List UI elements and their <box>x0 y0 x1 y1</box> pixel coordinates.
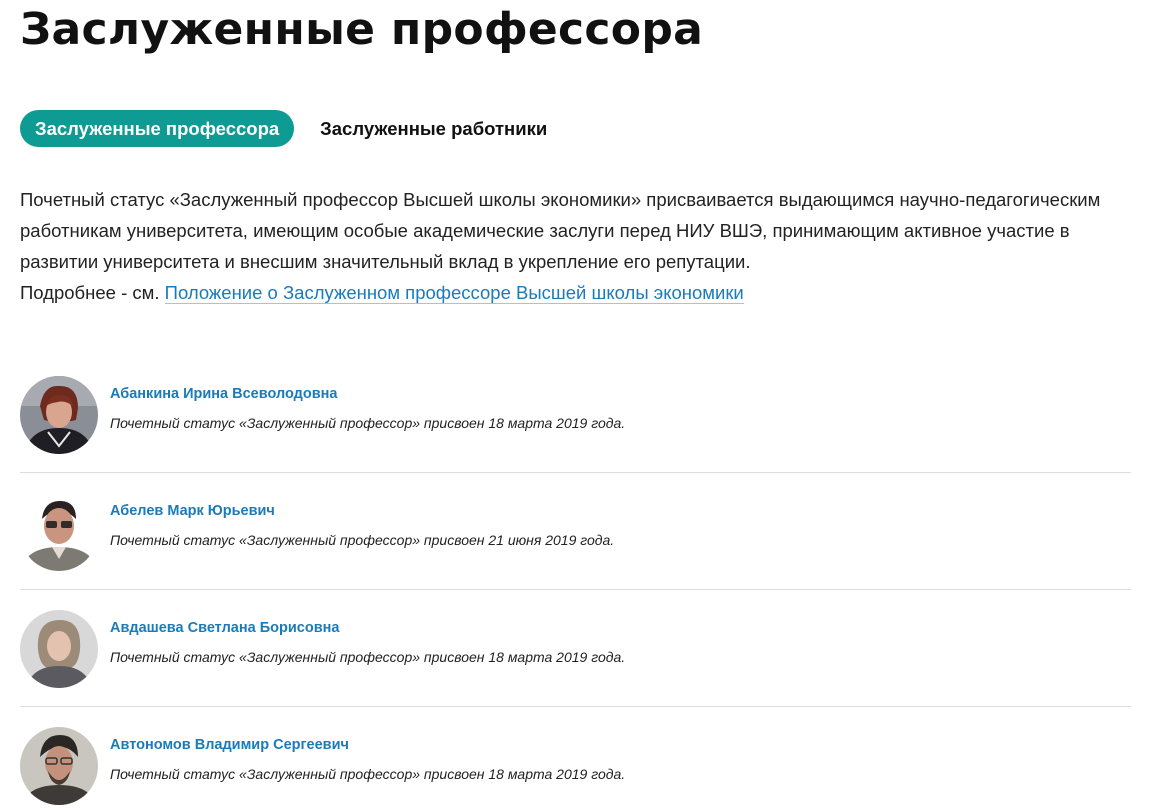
tab-distinguished-professors[interactable]: Заслуженные профессора <box>20 110 295 147</box>
list-item: Авдашева Светлана Борисовна Почетный ста… <box>20 590 1131 707</box>
avatar[interactable] <box>20 727 98 805</box>
tab-distinguished-employees[interactable]: Заслуженные работники <box>294 110 547 147</box>
person-name-link[interactable]: Абанкина Ирина Всеволодовна <box>110 386 337 402</box>
intro-paragraph: Почетный статус «Заслуженный профессор В… <box>20 189 1101 272</box>
person-status: Почетный статус «Заслуженный профессор» … <box>110 766 626 782</box>
avatar-photo-icon <box>20 493 98 571</box>
list-item: Абанкина Ирина Всеволодовна Почетный ста… <box>20 356 1131 473</box>
page-title: Заслуженные профессора <box>20 4 704 55</box>
list-item: Абелев Марк Юрьевич Почетный статус «Зас… <box>20 473 1131 590</box>
intro-text: Почетный статус «Заслуженный профессор В… <box>20 184 1140 308</box>
list-item: Автономов Владимир Сергеевич Почетный ст… <box>20 707 1131 812</box>
person-name-link[interactable]: Авдашева Светлана Борисовна <box>110 620 339 636</box>
avatar[interactable] <box>20 610 98 688</box>
avatar-photo-icon <box>20 727 98 805</box>
person-status: Почетный статус «Заслуженный профессор» … <box>110 415 626 431</box>
avatar[interactable] <box>20 493 98 571</box>
avatar-photo-icon <box>20 610 98 688</box>
person-name-link[interactable]: Автономов Владимир Сергеевич <box>110 737 349 753</box>
more-prefix: Подробнее - см. <box>20 282 165 303</box>
person-status: Почетный статус «Заслуженный профессор» … <box>110 532 615 548</box>
person-status: Почетный статус «Заслуженный профессор» … <box>110 649 626 665</box>
avatar-photo-icon <box>20 376 98 454</box>
regulation-link[interactable]: Положение о Заслуженном профессоре Высше… <box>164 282 744 304</box>
person-name-link[interactable]: Абелев Марк Юрьевич <box>110 503 275 519</box>
tabs: Заслуженные профессора Заслуженные работ… <box>20 110 547 147</box>
avatar[interactable] <box>20 376 98 454</box>
professor-list: Абанкина Ирина Всеволодовна Почетный ста… <box>20 356 1131 812</box>
